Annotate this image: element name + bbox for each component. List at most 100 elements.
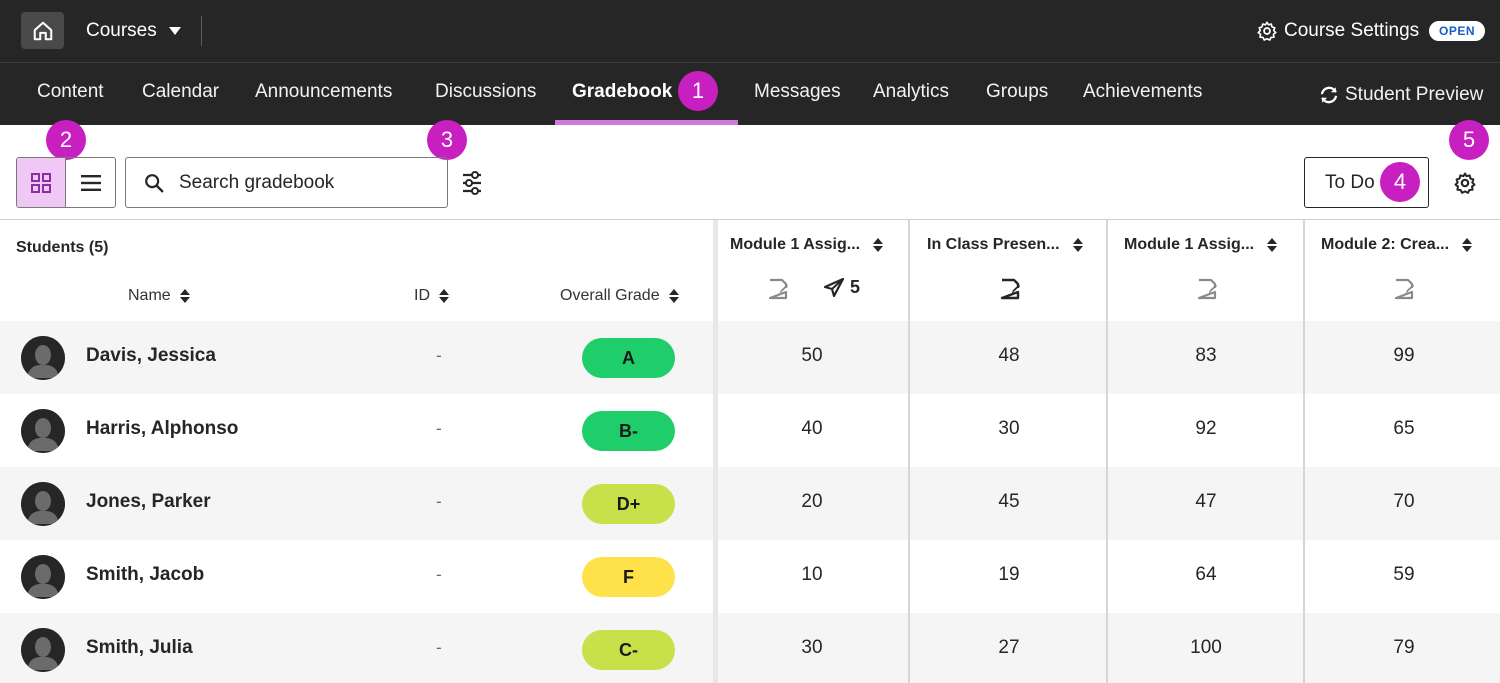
grade-cell[interactable]: 10	[772, 564, 852, 586]
overall-grade-header-label: Overall Grade	[560, 287, 660, 304]
sort-icon	[872, 237, 884, 253]
filter-button[interactable]	[460, 169, 484, 197]
avatar	[21, 336, 65, 380]
table-row: Harris, Alphonso - B- 40 30 92 65	[0, 394, 1500, 467]
assignment-title: Module 1 Assig...	[1124, 236, 1255, 253]
grade-cell[interactable]: 47	[1166, 491, 1246, 513]
table-row: Jones, Parker - D+ 20 45 47 70	[0, 467, 1500, 540]
frozen-column-divider	[713, 220, 718, 683]
list-view-button[interactable]	[66, 158, 115, 207]
overall-grade-pill[interactable]: A	[582, 338, 675, 378]
document-icon	[767, 277, 789, 301]
tab-achievements[interactable]: Achievements	[1083, 81, 1202, 109]
overall-grade-pill[interactable]: D+	[582, 484, 675, 524]
callout-4: 4	[1380, 162, 1420, 202]
student-name-link[interactable]: Jones, Parker	[86, 491, 211, 513]
caret-down-icon	[168, 27, 181, 35]
grade-cell[interactable]: 30	[969, 418, 1049, 440]
course-settings-button[interactable]: Course Settings	[1256, 17, 1419, 45]
assignment-column-header-3[interactable]: Module 1 Assig...	[1124, 236, 1278, 254]
sort-icon	[179, 288, 191, 304]
tab-content[interactable]: Content	[37, 81, 104, 109]
grade-cell[interactable]: 83	[1166, 345, 1246, 367]
grade-cell[interactable]: 27	[969, 637, 1049, 659]
avatar	[21, 628, 65, 672]
sort-icon	[1072, 237, 1084, 253]
student-preview-label: Student Preview	[1345, 84, 1484, 105]
sort-icon	[1266, 237, 1278, 253]
gear-icon	[1256, 20, 1278, 42]
top-bar: Courses Course Settings OPEN	[0, 0, 1500, 62]
assignment-column-header-4[interactable]: Module 2: Crea...	[1321, 236, 1473, 254]
id-column-header[interactable]: ID	[414, 287, 450, 305]
student-id: -	[436, 492, 442, 511]
grade-cell[interactable]: 99	[1364, 345, 1444, 367]
tab-analytics[interactable]: Analytics	[873, 81, 949, 109]
grade-cell[interactable]: 20	[772, 491, 852, 513]
grid-view-button[interactable]	[17, 158, 66, 207]
courses-menu-button[interactable]: Courses	[86, 17, 181, 45]
gradebook-settings-button[interactable]	[1452, 170, 1478, 196]
tab-groups[interactable]: Groups	[986, 81, 1048, 109]
document-icon	[1393, 277, 1415, 301]
search-input[interactable]	[179, 171, 419, 194]
tab-calendar[interactable]: Calendar	[142, 81, 219, 109]
overall-grade-pill[interactable]: F	[582, 557, 675, 597]
sent-indicator: 5	[824, 277, 860, 298]
callout-5: 5	[1449, 120, 1489, 160]
list-icon	[80, 174, 101, 191]
tab-messages[interactable]: Messages	[754, 81, 841, 109]
grade-cell[interactable]: 48	[969, 345, 1049, 367]
home-icon	[33, 21, 52, 40]
divider	[201, 16, 202, 46]
sort-icon	[438, 288, 450, 304]
tab-discussions[interactable]: Discussions	[435, 81, 536, 109]
column-divider	[1303, 220, 1305, 683]
grade-cell[interactable]: 19	[969, 564, 1049, 586]
grade-cell[interactable]: 59	[1364, 564, 1444, 586]
assignment-title: In Class Presen...	[927, 236, 1060, 253]
sent-count: 5	[850, 277, 861, 297]
overall-grade-pill[interactable]: B-	[582, 411, 675, 451]
callout-1: 1	[678, 71, 718, 111]
view-toggle	[16, 157, 116, 208]
student-preview-button[interactable]: Student Preview	[1318, 81, 1483, 109]
tab-gradebook[interactable]: Gradebook	[572, 81, 672, 109]
grade-cell[interactable]: 40	[772, 418, 852, 440]
table-row: Smith, Julia - C- 30 27 100 79	[0, 613, 1500, 683]
assignment-column-header-1[interactable]: Module 1 Assig...	[730, 236, 884, 254]
search-icon	[143, 172, 165, 194]
overall-grade-pill[interactable]: C-	[582, 630, 675, 670]
student-name-link[interactable]: Harris, Alphonso	[86, 418, 238, 440]
course-settings-label: Course Settings	[1284, 20, 1420, 41]
grade-cell[interactable]: 100	[1166, 637, 1246, 659]
assignment-column-header-2[interactable]: In Class Presen...	[927, 236, 1084, 254]
student-name-link[interactable]: Davis, Jessica	[86, 345, 216, 367]
document-icon	[999, 277, 1021, 301]
home-button[interactable]	[21, 12, 64, 49]
grade-cell[interactable]: 70	[1364, 491, 1444, 513]
assignment-title: Module 1 Assig...	[730, 236, 861, 253]
grade-cell[interactable]: 30	[772, 637, 852, 659]
student-name-link[interactable]: Smith, Julia	[86, 637, 193, 659]
document-icon	[1196, 277, 1218, 301]
course-status-badge: OPEN	[1429, 21, 1485, 41]
student-id: -	[436, 638, 442, 657]
grade-cell[interactable]: 50	[772, 345, 852, 367]
grade-cell[interactable]: 45	[969, 491, 1049, 513]
table-row: Smith, Jacob - F 10 19 64 59	[0, 540, 1500, 613]
grade-cell[interactable]: 79	[1364, 637, 1444, 659]
student-id: -	[436, 419, 442, 438]
sort-icon	[1461, 237, 1473, 253]
callout-3: 3	[427, 120, 467, 160]
grade-cell[interactable]: 92	[1166, 418, 1246, 440]
refresh-icon	[1318, 84, 1340, 106]
student-name-link[interactable]: Smith, Jacob	[86, 564, 204, 586]
grade-cell[interactable]: 64	[1166, 564, 1246, 586]
grade-cell[interactable]: 65	[1364, 418, 1444, 440]
divider	[0, 219, 1500, 220]
search-field[interactable]	[125, 157, 448, 208]
tab-announcements[interactable]: Announcements	[255, 81, 392, 109]
name-column-header[interactable]: Name	[128, 287, 191, 305]
overall-grade-column-header[interactable]: Overall Grade	[560, 287, 680, 305]
